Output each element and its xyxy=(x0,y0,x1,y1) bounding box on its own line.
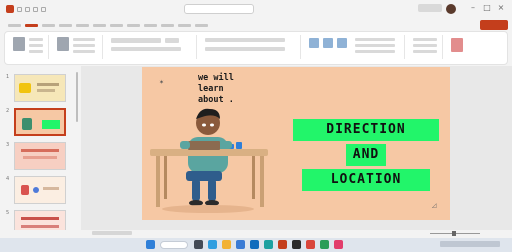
tab-view[interactable] xyxy=(178,23,191,27)
slide-thumbnail-2[interactable] xyxy=(14,108,66,136)
thumbnail-number: 5 xyxy=(6,210,10,216)
designer-icon[interactable] xyxy=(451,38,463,52)
replace-button[interactable] xyxy=(413,44,437,47)
slide-thumbnail-4[interactable] xyxy=(14,176,66,204)
slide-title[interactable]: DIRECTION AND LOCATION xyxy=(293,119,439,197)
copy-button[interactable] xyxy=(29,44,43,47)
tab-review[interactable] xyxy=(161,23,174,27)
format-painter-button[interactable] xyxy=(29,50,43,53)
font-name-select[interactable] xyxy=(111,38,161,43)
shape-outline-button[interactable] xyxy=(355,44,395,47)
character-at-desk-illustration[interactable] xyxy=(142,97,292,220)
excel-icon[interactable] xyxy=(320,240,329,249)
drawing-group xyxy=(305,35,405,59)
settings-icon[interactable] xyxy=(292,240,301,249)
slide-title-line-1: DIRECTION xyxy=(326,122,406,137)
tab-transitions[interactable] xyxy=(93,23,106,27)
ribbon xyxy=(4,31,508,65)
select-button[interactable] xyxy=(413,50,437,53)
thumbnail-scrollbar[interactable] xyxy=(76,72,78,122)
thumbnail-number: 4 xyxy=(6,176,10,182)
section-button[interactable] xyxy=(73,50,95,53)
list-buttons[interactable] xyxy=(205,38,285,42)
editing-group xyxy=(409,35,443,59)
autosave-toggle[interactable] xyxy=(17,6,22,12)
thumbnail-number: 2 xyxy=(6,108,10,114)
windows-start-icon[interactable] xyxy=(146,240,155,249)
save-icon[interactable] xyxy=(25,6,30,12)
tab-slide-show[interactable] xyxy=(127,23,140,27)
app-icon[interactable] xyxy=(306,240,315,249)
ribbon-tabs xyxy=(0,20,512,30)
layout-button[interactable] xyxy=(73,38,95,41)
alignment-buttons[interactable] xyxy=(205,47,285,51)
arrange-icon[interactable] xyxy=(323,38,333,48)
paste-icon[interactable] xyxy=(13,37,25,51)
tab-file[interactable] xyxy=(8,23,21,27)
tab-draw[interactable] xyxy=(59,23,72,27)
shape-fill-button[interactable] xyxy=(355,38,395,41)
shapes-icon[interactable] xyxy=(309,38,319,48)
tab-record[interactable] xyxy=(144,23,157,27)
clipboard-group xyxy=(9,35,49,59)
thumbnail-number: 1 xyxy=(6,74,10,80)
redo-icon[interactable] xyxy=(41,6,46,12)
tab-help[interactable] xyxy=(195,23,208,27)
cut-button[interactable] xyxy=(29,38,43,41)
teams-icon[interactable] xyxy=(264,240,273,249)
avatar[interactable] xyxy=(446,4,456,14)
account-name[interactable] xyxy=(418,4,442,12)
font-size-select[interactable] xyxy=(165,38,179,43)
font-group xyxy=(107,35,197,59)
slide-thumbnails-pane: 1 2 3 4 5 xyxy=(0,66,80,238)
task-view-icon[interactable] xyxy=(194,240,203,249)
resize-handle-icon[interactable]: ◿ xyxy=(432,202,437,209)
font-style-buttons[interactable] xyxy=(111,47,181,51)
tab-insert[interactable] xyxy=(42,23,55,27)
photos-icon[interactable] xyxy=(334,240,343,249)
taskbar-search[interactable] xyxy=(160,241,188,249)
close-icon[interactable]: × xyxy=(496,3,506,13)
powerpoint-taskbar-icon[interactable] xyxy=(278,240,287,249)
slide-title-line-2: AND xyxy=(352,147,380,162)
slide-title-line-3: LOCATION xyxy=(330,172,402,187)
slide-heading-line-1: we will learn xyxy=(198,73,234,94)
new-slide-icon[interactable] xyxy=(57,37,69,51)
quick-styles-icon[interactable] xyxy=(337,38,347,48)
maximize-icon[interactable]: □ xyxy=(482,3,492,13)
thumbnail-number: 3 xyxy=(6,142,10,148)
powerpoint-window: – □ × 1 2 3 4 5 ✶ we will learn about . … xyxy=(0,0,512,252)
slide-canvas[interactable]: ✶ we will learn about . DIRECTION AND LO… xyxy=(142,67,450,220)
tab-animations[interactable] xyxy=(110,23,123,27)
search-box[interactable] xyxy=(184,4,254,14)
paragraph-group xyxy=(201,35,301,59)
rotate-handle-icon: ✶ xyxy=(159,79,165,86)
zoom-slider-handle[interactable] xyxy=(452,231,456,236)
reset-button[interactable] xyxy=(73,44,95,47)
system-tray[interactable] xyxy=(440,241,500,247)
slide-thumbnail-1[interactable] xyxy=(14,74,66,102)
undo-icon[interactable] xyxy=(33,6,38,12)
slide-thumbnail-3[interactable] xyxy=(14,142,66,170)
tab-design[interactable] xyxy=(76,23,89,27)
notes-button[interactable] xyxy=(92,231,132,235)
powerpoint-icon xyxy=(6,5,14,13)
mail-icon[interactable] xyxy=(250,240,259,249)
shape-effects-button[interactable] xyxy=(355,50,395,53)
tab-home[interactable] xyxy=(25,23,38,27)
minimize-icon[interactable]: – xyxy=(468,3,478,13)
store-icon[interactable] xyxy=(236,240,245,249)
find-button[interactable] xyxy=(413,38,437,41)
designer-group xyxy=(447,35,471,59)
status-bar xyxy=(0,230,512,238)
slides-group xyxy=(53,35,103,59)
file-explorer-icon[interactable] xyxy=(222,240,231,249)
share-button[interactable] xyxy=(480,20,508,30)
edge-icon[interactable] xyxy=(208,240,217,249)
